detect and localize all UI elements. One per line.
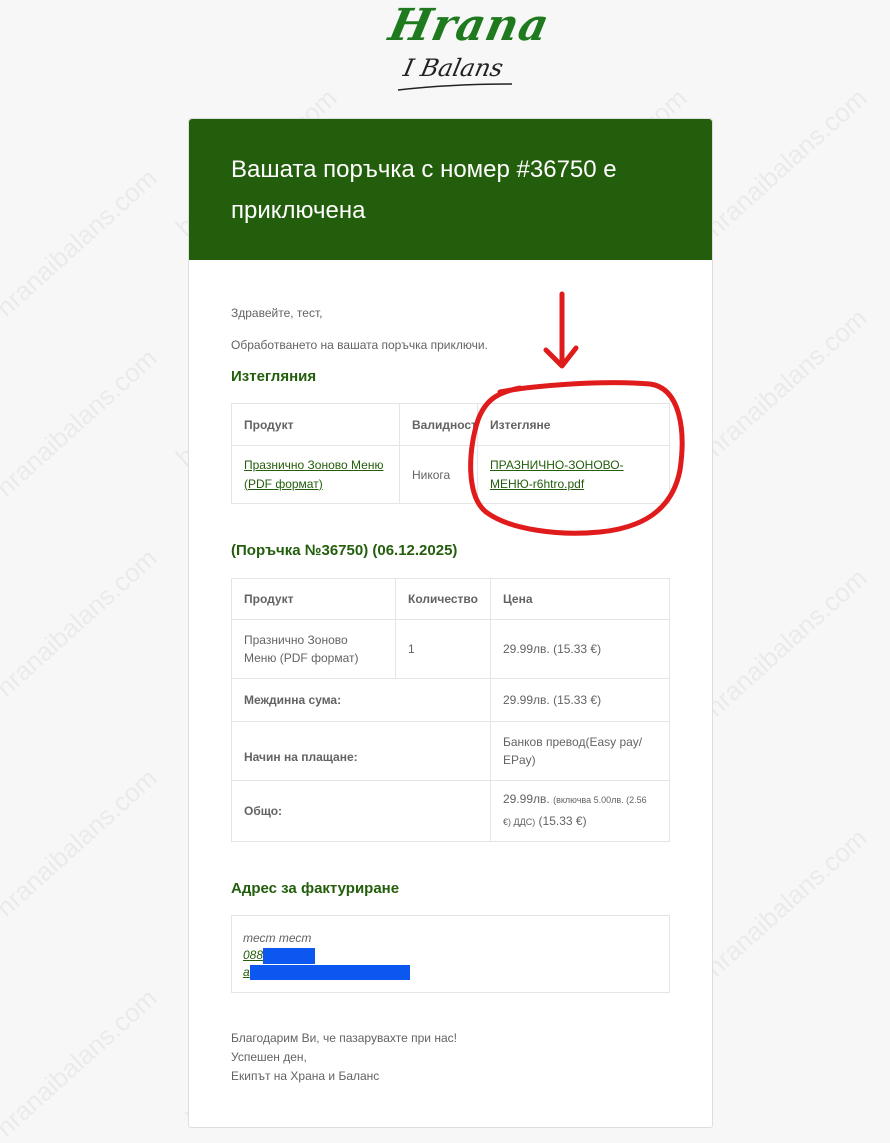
table-row: Празнично Зоново Меню (PDF формат) 1 29.…	[231, 619, 670, 679]
order-table: Продукт Количество Цена Празнично Зоново…	[231, 578, 670, 842]
watermark-text: hranaibalans.com	[700, 82, 873, 243]
order-product-cell: Празнично Зоново Меню (PDF формат)	[231, 619, 396, 679]
watermark-text: hranaibalans.com	[0, 982, 163, 1143]
intro-text: Обработването на вашата поръчка приключи…	[231, 338, 488, 352]
total-value: 29.99лв. (включва 5.00лв. (2.56 €) ДДС) …	[490, 780, 670, 842]
billing-email-link[interactable]: a	[243, 965, 250, 979]
footer-thanks: Благодарим Ви, че пазарувахте при нас!	[231, 1031, 457, 1045]
footer-signature: Екипът на Храна и Баланс	[231, 1069, 380, 1083]
email-title: Вашата поръчка с номер #36750 е приключе…	[231, 156, 617, 224]
downloads-title: Изтегляния	[231, 368, 317, 385]
total-row: Общо: 29.99лв. (включва 5.00лв. (2.56 €)…	[231, 780, 670, 842]
redaction-block	[249, 965, 410, 981]
watermark-text: hranaibalans.com	[0, 762, 163, 923]
col-price: Цена	[490, 578, 670, 620]
download-file-link[interactable]: ПРАЗНИЧНО-ЗОНОВО-МЕНЮ-r6htro.pdf	[490, 458, 624, 491]
total-main: 29.99лв.	[503, 792, 550, 806]
billing-phone-link[interactable]: 088	[243, 948, 263, 962]
billing-address-box: тест тест 088 a	[231, 915, 670, 993]
billing-phone-line: 088	[243, 947, 658, 964]
watermark-text: hranaibalans.com	[0, 542, 163, 703]
watermark-text: hranaibalans.com	[0, 162, 163, 323]
table-header-row: Продукт Валидност Изтегляне	[231, 403, 670, 446]
payment-value: Банков превод(Easy pay/ EPay)	[490, 721, 670, 781]
greeting-text: Здравейте, тест,	[231, 306, 323, 320]
total-eur: (15.33 €)	[538, 814, 587, 828]
payment-row: Начин на плащане: Банков превод(Easy pay…	[231, 721, 670, 781]
download-product-link[interactable]: Празнично Зоново Меню (PDF формат)	[244, 458, 383, 491]
email-header: Вашата поръчка с номер #36750 е приключе…	[189, 119, 712, 260]
table-header-row: Продукт Количество Цена	[231, 578, 670, 620]
download-file-cell: ПРАЗНИЧНО-ЗОНОВО-МЕНЮ-r6htro.pdf	[477, 445, 670, 504]
subtotal-value: 29.99лв. (15.33 €)	[490, 678, 670, 722]
col-product: Продукт	[231, 578, 396, 620]
logo-underline-icon	[397, 83, 513, 91]
col-product: Продукт	[231, 403, 400, 446]
download-validity-cell: Никога	[399, 445, 478, 504]
downloads-table: Продукт Валидност Изтегляне Празнично Зо…	[231, 403, 670, 504]
brand-logo: Hrana I Balans	[380, 0, 554, 100]
order-title: (Поръчка №36750) (06.12.2025)	[231, 542, 458, 559]
order-price-cell: 29.99лв. (15.33 €)	[490, 619, 670, 679]
billing-email-line: a	[243, 964, 658, 981]
order-qty-cell: 1	[395, 619, 491, 679]
col-validity: Валидност	[399, 403, 478, 446]
subtotal-label: Междинна сума:	[231, 678, 491, 722]
payment-label: Начин на плащане:	[231, 721, 491, 781]
table-row: Празнично Зоново Меню (PDF формат) Никог…	[231, 445, 670, 504]
billing-title: Адрес за фактуриране	[231, 880, 400, 897]
subtotal-row: Междинна сума: 29.99лв. (15.33 €)	[231, 678, 670, 722]
col-download: Изтегляне	[477, 403, 670, 446]
redaction-block	[263, 947, 316, 964]
total-label: Общо:	[231, 780, 491, 842]
watermark-text: hranaibalans.com	[700, 562, 873, 723]
footer-text: Благодарим Ви, че пазарувахте при нас! У…	[231, 1029, 457, 1086]
email-card: Вашата поръчка с номер #36750 е приключе…	[188, 118, 713, 1128]
watermark-text: hranaibalans.com	[700, 822, 873, 983]
footer-wish: Успешен ден,	[231, 1050, 307, 1064]
watermark-text: hranaibalans.com	[700, 302, 873, 463]
col-quantity: Количество	[395, 578, 491, 620]
watermark-text: hranaibalans.com	[0, 342, 163, 503]
billing-name: тест тест	[243, 931, 312, 945]
download-product-cell: Празнично Зоново Меню (PDF формат)	[231, 445, 400, 504]
